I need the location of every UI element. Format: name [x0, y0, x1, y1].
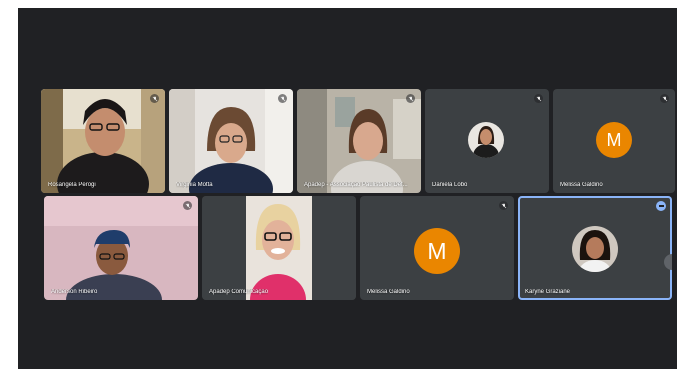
avatar-initial: M: [427, 237, 447, 264]
avatar: [468, 122, 504, 158]
participant-tile-karyne[interactable]: Karyne Graziane: [518, 196, 672, 300]
participant-tile-daniela[interactable]: Daniela Lobo: [425, 89, 549, 193]
participant-name: Melissa Galdino: [367, 289, 410, 295]
mic-off-icon: [183, 201, 192, 210]
avatar: M: [596, 122, 632, 158]
mic-off-icon: [660, 94, 669, 103]
participant-name: Daniela Lobo: [432, 182, 468, 188]
participant-tile-virginia[interactable]: Virginia Motta: [169, 89, 293, 193]
participant-video: [169, 89, 293, 193]
mic-off-icon: [499, 201, 508, 210]
participant-tile-apadep-comunicacao[interactable]: Apadep Comunicação: [202, 196, 356, 300]
more-options-icon[interactable]: [656, 201, 666, 211]
participant-video: [297, 89, 421, 193]
mic-off-icon: [278, 94, 287, 103]
participant-name: Karyne Graziane: [525, 289, 571, 295]
participant-name: Virginia Motta: [176, 182, 213, 188]
participant-tile-rosangela[interactable]: Rosangela Perogi: [41, 89, 165, 193]
mic-off-icon: [406, 94, 415, 103]
participant-name: Anderson Ribeiro: [51, 289, 98, 295]
participant-tile-melissa-1[interactable]: M Melissa Galdino: [553, 89, 675, 193]
participant-name: Rosangela Perogi: [48, 182, 96, 188]
participant-name: Melissa Galdino: [560, 182, 603, 188]
participant-name: Apadep Comunicação: [209, 289, 269, 295]
participant-tile-anderson[interactable]: Anderson Ribeiro: [44, 196, 198, 300]
participant-tile-melissa-2[interactable]: M Melissa Galdino: [360, 196, 514, 300]
side-panel-handle[interactable]: [664, 254, 672, 270]
meeting-stage: Rosangela Perogi Virginia Motta Apadep -…: [18, 8, 677, 369]
participant-tile-apadep-associacao[interactable]: Apadep - Associação Paulista de Def...: [297, 89, 421, 193]
mic-off-icon: [150, 94, 159, 103]
participant-video: [41, 89, 165, 193]
participant-video: [202, 196, 356, 300]
mic-off-icon: [534, 94, 543, 103]
participant-video: [44, 196, 198, 300]
avatar-initial: M: [606, 129, 622, 150]
avatar: [572, 226, 618, 272]
avatar: M: [414, 228, 460, 274]
participant-name: Apadep - Associação Paulista de Def...: [304, 182, 408, 188]
